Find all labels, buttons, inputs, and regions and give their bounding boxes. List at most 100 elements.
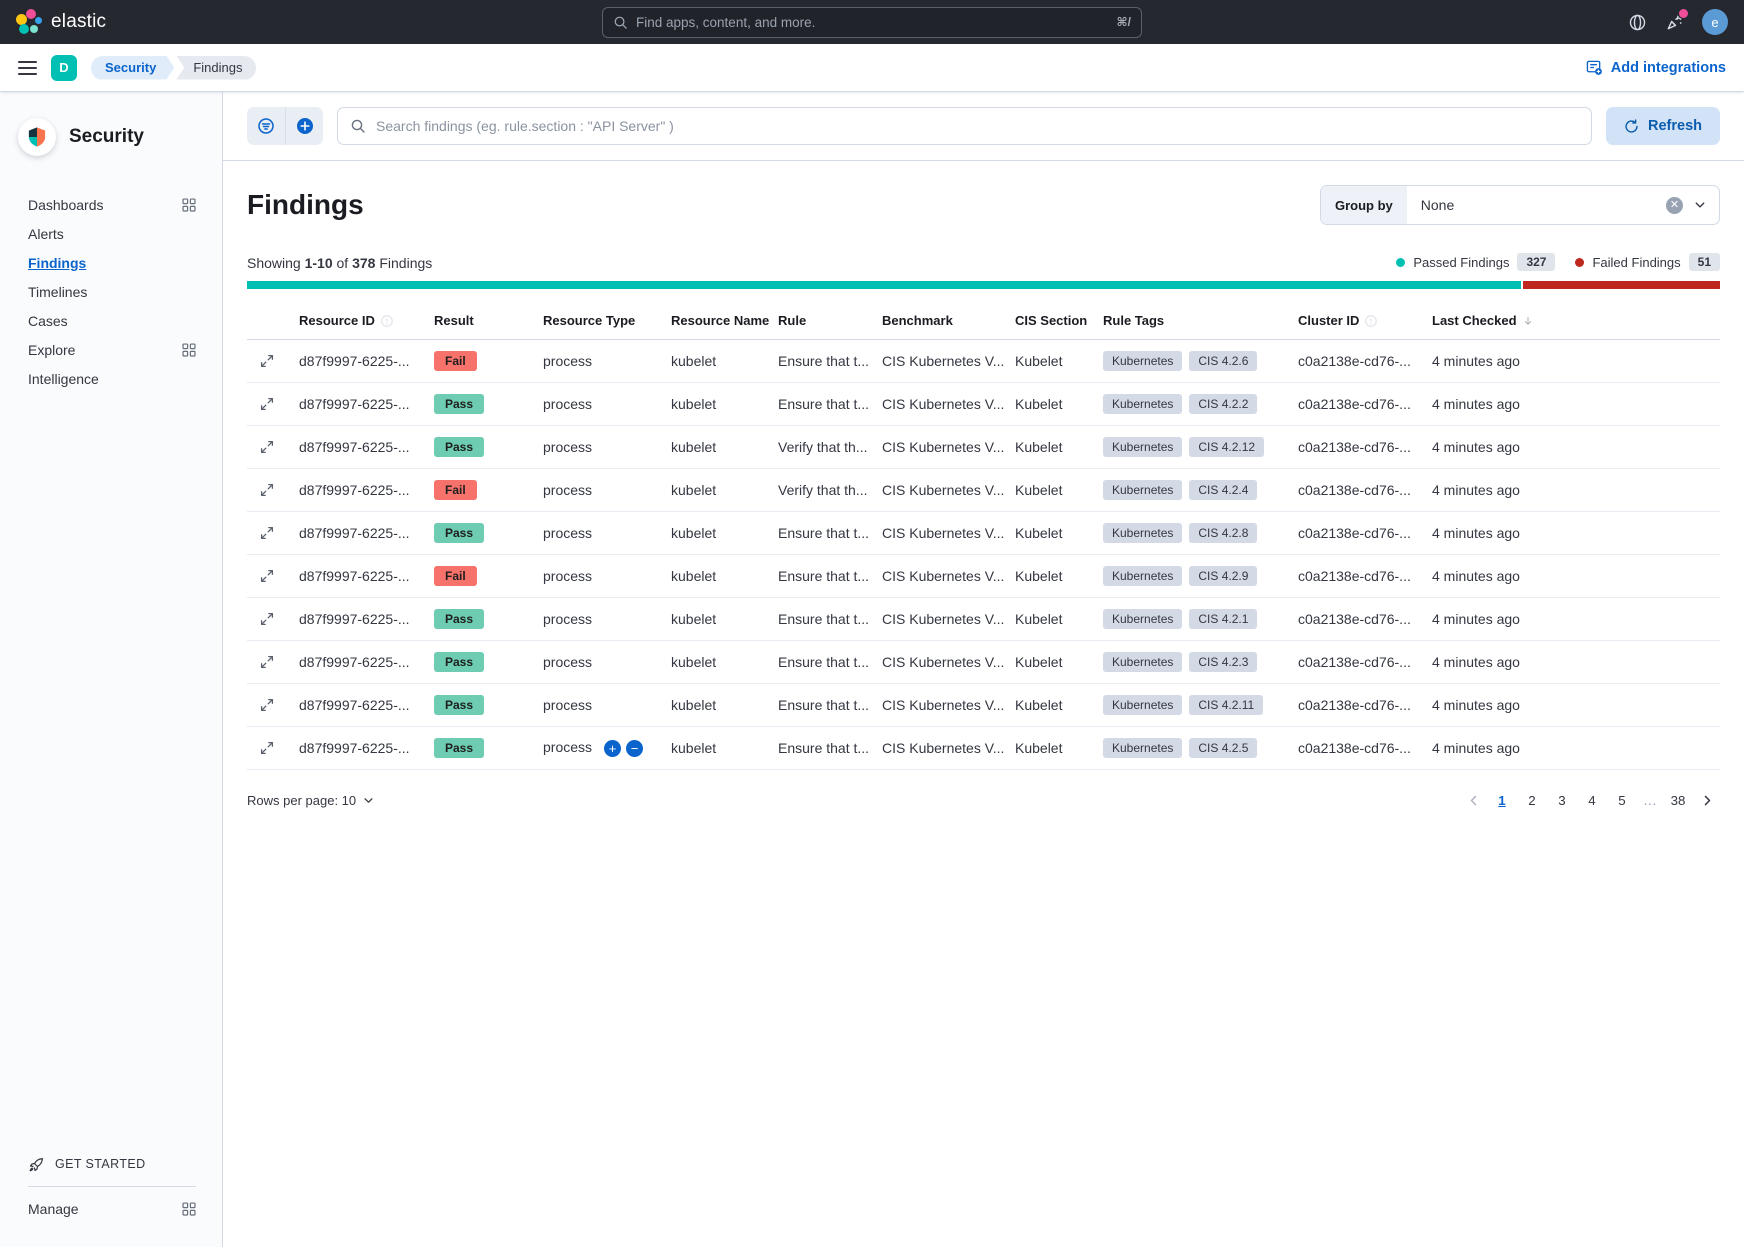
group-by-clear-button[interactable]: ✕ <box>1666 196 1683 214</box>
group-by-control[interactable]: Group by None ✕ <box>1320 185 1720 225</box>
get-started-label: GET STARTED <box>55 1157 146 1171</box>
sidebar-item-manage[interactable]: Manage <box>28 1201 196 1217</box>
expand-finding-button[interactable] <box>255 650 279 674</box>
get-started-link[interactable]: GET STARTED <box>28 1150 196 1186</box>
page-title: Findings <box>247 189 364 220</box>
expand-finding-button[interactable] <box>255 736 279 760</box>
rule-tag-badge: CIS 4.2.12 <box>1189 437 1265 457</box>
newsfeed-button[interactable] <box>1665 8 1688 32</box>
user-avatar[interactable]: e <box>1702 9 1728 35</box>
refresh-button[interactable]: Refresh <box>1606 107 1720 145</box>
add-filter-button[interactable] <box>285 107 323 145</box>
cell-last-checked: 4 minutes ago <box>1424 425 1720 469</box>
sidebar-item-dashboards[interactable]: Dashboards <box>28 190 196 219</box>
rule-tag-badge: Kubernetes <box>1103 609 1183 629</box>
expand-finding-button[interactable] <box>255 478 279 502</box>
sidebar-item-cases[interactable]: Cases <box>28 306 196 335</box>
sidebar-item-explore[interactable]: Explore <box>28 335 196 364</box>
expand-icon <box>260 612 274 626</box>
cell-resource-id: d87f9997-6225-... <box>291 640 426 684</box>
page-button-4[interactable]: 4 <box>1578 786 1606 814</box>
manage-label: Manage <box>28 1201 79 1217</box>
elastic-home-link[interactable]: elastic <box>16 9 106 35</box>
expand-finding-button[interactable] <box>255 392 279 416</box>
global-search[interactable]: ⌘/ <box>602 6 1142 38</box>
page-button-3[interactable]: 3 <box>1548 786 1576 814</box>
search-shortcut-hint: ⌘/ <box>1116 15 1131 29</box>
help-button[interactable] <box>1628 13 1647 32</box>
sidebar-item-findings[interactable]: Findings <box>28 248 196 277</box>
elastic-logo-icon <box>16 9 42 35</box>
expand-finding-button[interactable] <box>255 607 279 631</box>
filter-out-value-button[interactable]: − <box>626 739 644 757</box>
cell-rule-tags: Kubernetes CIS 4.2.2 <box>1095 382 1290 426</box>
add-integrations-link[interactable]: Add integrations <box>1586 59 1726 76</box>
rows-per-page-button[interactable]: Rows per page: 10 <box>247 793 374 808</box>
expand-finding-button[interactable] <box>255 349 279 373</box>
cell-resource-type: process <box>535 554 663 598</box>
cell-cluster-id: c0a2138e-cd76-... <box>1290 382 1424 426</box>
page-button-5[interactable]: 5 <box>1608 786 1636 814</box>
cell-resource-type: process <box>535 425 663 469</box>
cell-last-checked: 4 minutes ago <box>1424 339 1720 383</box>
sidebar-nav: Dashboards Alerts Findings Timelines Cases Ex… <box>0 176 222 393</box>
menu-toggle-button[interactable] <box>18 60 37 75</box>
result-badge: Fail <box>434 480 477 500</box>
expand-finding-button[interactable] <box>255 693 279 717</box>
sidebar-item-label: Intelligence <box>28 370 99 387</box>
cell-resource-name: kubelet <box>663 468 770 512</box>
result-badge: Pass <box>434 437 485 457</box>
sidebar-item-timelines[interactable]: Timelines <box>28 277 196 306</box>
column-label: Resource Type <box>543 313 636 328</box>
avatar-letter: e <box>1711 14 1719 30</box>
filter-list-button[interactable] <box>247 107 285 145</box>
expand-finding-button[interactable] <box>255 435 279 459</box>
pagination: 1 2 3 4 5 … 38 <box>1460 786 1720 814</box>
cell-benchmark: CIS Kubernetes V... <box>874 425 1007 469</box>
breadcrumb-findings: Findings <box>176 55 257 80</box>
column-header-resource-id[interactable]: Resource ID <box>291 303 426 340</box>
cell-resource-type: process <box>535 468 663 512</box>
sidebar-item-intelligence[interactable]: Intelligence <box>28 364 196 393</box>
column-header-expand <box>247 303 291 340</box>
global-search-input[interactable] <box>636 14 1109 30</box>
cell-cis-section: Kubelet <box>1007 726 1095 770</box>
cell-cis-section: Kubelet <box>1007 382 1095 426</box>
result-badge: Fail <box>434 351 477 371</box>
column-label: Benchmark <box>882 313 953 328</box>
rule-tag-badge: Kubernetes <box>1103 480 1183 500</box>
column-header-cluster-id[interactable]: Cluster ID <box>1290 303 1424 340</box>
result-badge: Pass <box>434 695 485 715</box>
page-button-2[interactable]: 2 <box>1518 786 1546 814</box>
expand-finding-button[interactable] <box>255 564 279 588</box>
rule-tag-badge: CIS 4.2.11 <box>1189 695 1264 715</box>
column-label: Resource Name <box>671 313 770 328</box>
expand-finding-button[interactable] <box>255 521 279 545</box>
next-page-button[interactable] <box>1694 787 1720 813</box>
page-button-38[interactable]: 38 <box>1664 786 1692 814</box>
findings-search-input[interactable] <box>376 118 1579 134</box>
cell-benchmark: CIS Kubernetes V... <box>874 640 1007 684</box>
cell-resource-id: d87f9997-6225-... <box>291 382 426 426</box>
cell-rule: Ensure that t... <box>770 382 874 426</box>
page-button-1[interactable]: 1 <box>1488 786 1516 814</box>
previous-page-button[interactable] <box>1460 787 1486 813</box>
filter-for-value-button[interactable]: + <box>604 739 622 757</box>
sidebar-item-alerts[interactable]: Alerts <box>28 219 196 248</box>
result-badge: Pass <box>434 738 485 758</box>
expand-icon <box>260 397 274 411</box>
cell-benchmark: CIS Kubernetes V... <box>874 597 1007 641</box>
space-badge[interactable]: D <box>51 54 77 81</box>
rule-tag-badge: Kubernetes <box>1103 351 1183 371</box>
failed-count-badge: 51 <box>1688 253 1720 271</box>
rocket-icon <box>29 1158 43 1172</box>
column-label: Rule Tags <box>1103 313 1165 328</box>
rule-tag-badge: Kubernetes <box>1103 652 1183 672</box>
cell-rule-tags: Kubernetes CIS 4.2.1 <box>1095 597 1290 641</box>
cell-rule-tags: Kubernetes CIS 4.2.11 <box>1095 683 1290 727</box>
cell-resource-name: kubelet <box>663 425 770 469</box>
column-header-last-checked[interactable]: Last Checked <box>1424 303 1720 340</box>
cell-rule: Verify that th... <box>770 468 874 512</box>
breadcrumb-security[interactable]: Security <box>91 56 174 80</box>
findings-search[interactable] <box>337 107 1592 145</box>
